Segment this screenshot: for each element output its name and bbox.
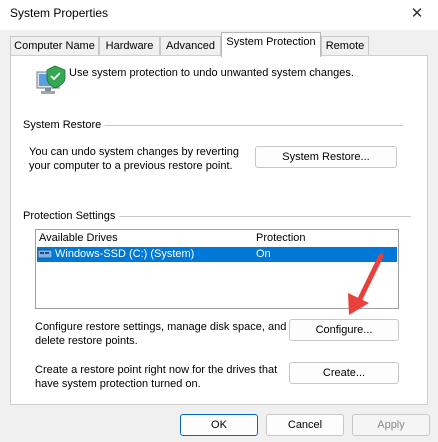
column-available-drives[interactable]: Available Drives: [39, 232, 118, 244]
apply-button[interactable]: Apply: [352, 414, 430, 436]
tab-hardware[interactable]: Hardware: [99, 36, 160, 56]
tab-system-protection[interactable]: System Protection: [221, 32, 321, 57]
ok-button[interactable]: OK: [180, 414, 258, 436]
system-restore-line-2: your computer to a previous restore poin…: [29, 160, 233, 172]
configure-line-2: delete restore points.: [35, 335, 138, 347]
column-protection[interactable]: Protection: [256, 232, 306, 244]
tab-advanced[interactable]: Advanced: [160, 36, 221, 56]
create-description: Create a restore point right now for the…: [35, 363, 277, 391]
window-title: System Properties: [10, 6, 109, 20]
close-icon[interactable]: ✕: [404, 2, 430, 26]
system-protection-panel: Use system protection to undo unwanted s…: [10, 55, 428, 405]
tab-remote[interactable]: Remote: [321, 36, 369, 56]
drives-list[interactable]: Available Drives Protection Windows-SSD …: [35, 229, 399, 309]
drive-icon: [38, 249, 52, 259]
intro-text: Use system protection to undo unwanted s…: [69, 67, 354, 79]
configure-button[interactable]: Configure...: [289, 319, 399, 341]
create-button[interactable]: Create...: [289, 362, 399, 384]
create-line-2: have system protection turned on.: [35, 378, 201, 390]
system-restore-button[interactable]: System Restore...: [255, 146, 397, 168]
drive-protection-status: On: [256, 248, 271, 260]
configure-description: Configure restore settings, manage disk …: [35, 320, 286, 348]
table-row[interactable]: Windows-SSD (C:) (System) On: [37, 247, 397, 262]
system-restore-line-1: You can undo system changes by reverting: [29, 146, 239, 158]
computer-shield-icon: [36, 65, 66, 94]
cancel-button[interactable]: Cancel: [266, 414, 344, 436]
tab-strip: Computer Name Hardware Advanced System P…: [10, 32, 430, 57]
system-restore-group-label: System Restore: [23, 119, 106, 131]
create-line-1: Create a restore point right now for the…: [35, 364, 278, 376]
tab-computer-name[interactable]: Computer Name: [10, 36, 99, 56]
configure-line-1: Configure restore settings, manage disk …: [35, 321, 287, 333]
title-bar: System Properties ✕: [0, 0, 438, 30]
drive-name: Windows-SSD (C:) (System): [55, 248, 195, 260]
protection-settings-group-label: Protection Settings: [23, 210, 120, 222]
system-restore-description: You can undo system changes by reverting…: [29, 145, 239, 173]
